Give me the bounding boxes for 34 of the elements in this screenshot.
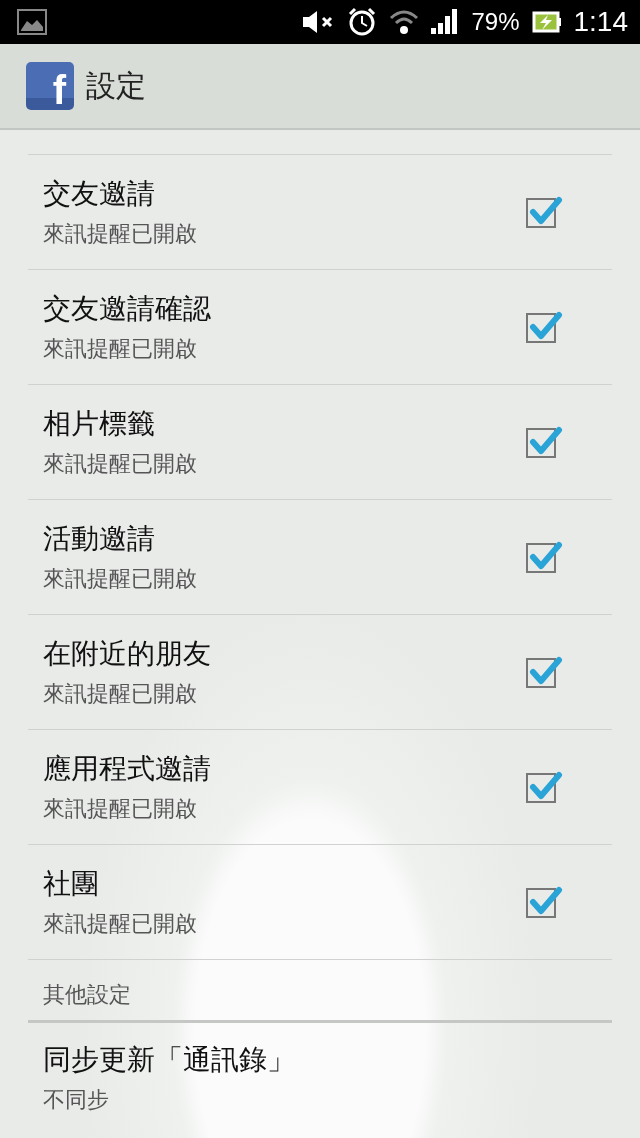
setting-title: 應用程式邀請 <box>43 751 211 787</box>
section-header: 其他設定 <box>42 981 132 1009</box>
setting-summary: 不同步 <box>43 1086 110 1114</box>
setting-summary: 來訊提醒已開啟 <box>43 335 198 363</box>
battery-charging-icon <box>531 10 562 34</box>
setting-row[interactable]: 活動邀請 來訊提醒已開啟 <box>28 500 612 615</box>
clock-time: 1:14 <box>573 6 628 38</box>
app-logo-icon[interactable]: f <box>26 62 74 110</box>
setting-title: 同步更新「通訊錄」 <box>43 1042 295 1078</box>
setting-title: 交友邀請 <box>43 176 156 212</box>
setting-title: 在附近的朋友 <box>43 636 211 672</box>
setting-title: 活動邀請 <box>43 521 156 557</box>
setting-summary: 來訊提醒已開啟 <box>43 910 197 938</box>
setting-row[interactable]: 同步更新「通訊錄」 不同步 <box>28 1023 612 1133</box>
gallery-notification-icon <box>16 8 48 36</box>
setting-title: 交友邀請確認 <box>43 291 211 327</box>
setting-row[interactable]: 交友邀請確認 來訊提醒已開啟 <box>28 270 612 385</box>
setting-summary: 來訊提醒已開啟 <box>43 680 198 708</box>
setting-title: 相片標籤 <box>43 406 156 442</box>
setting-row[interactable]: 交友邀請 來訊提醒已開啟 <box>28 155 612 270</box>
alarm-clock-icon <box>347 7 378 37</box>
setting-row[interactable]: 在附近的朋友 來訊提醒已開啟 <box>28 615 612 730</box>
setting-row[interactable]: 社團 來訊提醒已開啟 <box>28 845 612 960</box>
wifi-icon <box>389 8 420 36</box>
setting-summary: 來訊提醒已開啟 <box>43 450 197 478</box>
setting-title: 社團 <box>43 866 100 902</box>
setting-row[interactable]: 應用程式邀請 來訊提醒已開啟 <box>28 730 612 845</box>
screen-title: 設定 <box>86 66 146 105</box>
setting-summary: 來訊提醒已開啟 <box>43 220 197 248</box>
setting-summary: 來訊提醒已開啟 <box>43 795 198 823</box>
setting-summary: 來訊提醒已開啟 <box>43 565 197 593</box>
signal-icon <box>431 9 460 35</box>
battery-percent: 79% <box>471 8 520 36</box>
setting-row[interactable]: 相片標籤 來訊提醒已開啟 <box>28 385 612 500</box>
